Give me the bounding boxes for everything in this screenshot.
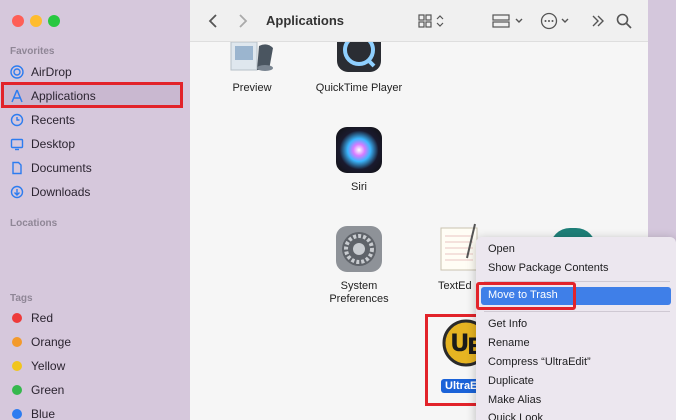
app-label: QuickTime Player [315,82,403,94]
preview-app-icon [229,42,275,74]
app-label: Preview [232,82,272,94]
tag-dot-icon [12,361,22,371]
window-title: Applications [266,13,345,28]
menu-item-open[interactable]: Open [488,243,515,255]
sidebar-item-label: Green [31,383,65,397]
sidebar-item-downloads[interactable]: Downloads [4,180,180,204]
sidebar-item-label: Desktop [31,137,76,151]
tag-dot-icon [12,385,22,395]
sidebar-tag-green[interactable]: Green [4,378,180,402]
favorites-heading: Favorites [10,46,55,57]
context-menu: Open Show Package Contents Move to Trash… [476,237,676,420]
app-preview[interactable]: Preview [197,42,307,95]
tag-dot-icon [12,409,22,419]
group-button[interactable] [492,12,526,30]
toolbar: Applications [190,0,648,42]
sidebar-item-airdrop[interactable]: AirDrop [4,60,180,84]
more-options-icon [540,12,569,30]
close-window-button[interactable] [12,15,24,27]
action-menu-button[interactable] [540,12,574,30]
sidebar-item-label: Yellow [31,359,66,373]
menu-item-make-alias[interactable]: Make Alias [488,394,541,406]
sidebar-item-recents[interactable]: Recents [4,108,180,132]
sidebar-item-label: Red [31,311,54,325]
sidebar-tag-blue[interactable]: Blue [4,402,180,420]
menu-separator [484,311,670,312]
tag-dot-icon [12,313,22,323]
sidebar-item-label: Downloads [31,185,91,199]
siri-icon [336,127,382,173]
chevron-double-right-icon [592,15,604,27]
menu-item-rename[interactable]: Rename [488,337,530,349]
desktop-icon [10,137,24,151]
sidebar: Favorites AirDrop Applications Recents D… [0,0,190,420]
menu-item-compress[interactable]: Compress “UltraEdit” [488,356,591,368]
minimize-window-button[interactable] [30,15,42,27]
menu-item-quick-look[interactable]: Quick Look [488,412,543,420]
search-button[interactable] [616,12,632,30]
menu-item-get-info[interactable]: Get Info [488,318,527,330]
tag-dot-icon [12,337,22,347]
overflow-button[interactable] [590,12,606,30]
sidebar-item-label: Recents [31,113,76,127]
app-quicktime-player[interactable]: QuickTime Player [304,42,414,95]
chevron-left-icon [208,14,217,28]
gear-icon [336,226,382,272]
sidebar-item-label: Blue [31,407,56,420]
back-button[interactable] [208,12,218,30]
sidebar-item-label: Documents [31,161,92,175]
zoom-window-button[interactable] [48,15,60,27]
sidebar-tag-orange[interactable]: Orange [4,330,180,354]
app-label: System Preferences [329,280,389,305]
airdrop-icon [10,65,24,79]
sidebar-tag-yellow[interactable]: Yellow [4,354,180,378]
app-siri[interactable]: Siri [304,127,414,194]
annotation-highlight [1,82,183,108]
app-system-preferences[interactable]: System Preferences [304,226,414,306]
view-options-button[interactable] [418,12,448,30]
sidebar-item-label: AirDrop [31,65,72,79]
group-icon [492,14,523,28]
search-icon [616,13,632,29]
sidebar-item-label: Orange [31,335,72,349]
download-icon [10,185,24,199]
tags-heading: Tags [10,293,33,304]
sidebar-item-desktop[interactable]: Desktop [4,132,180,156]
annotation-highlight [476,282,576,310]
sidebar-tag-red[interactable]: Red [4,306,180,330]
locations-heading: Locations [10,218,58,229]
menu-item-duplicate[interactable]: Duplicate [488,375,534,387]
chevron-right-icon [239,14,248,28]
grid-view-icon [418,14,444,28]
clock-icon [10,113,24,127]
quicktime-icon [336,42,382,74]
menu-item-show-package-contents[interactable]: Show Package Contents [488,262,608,274]
document-icon [10,161,24,175]
sidebar-item-documents[interactable]: Documents [4,156,180,180]
app-label: Siri [351,181,367,193]
forward-button[interactable] [238,12,248,30]
